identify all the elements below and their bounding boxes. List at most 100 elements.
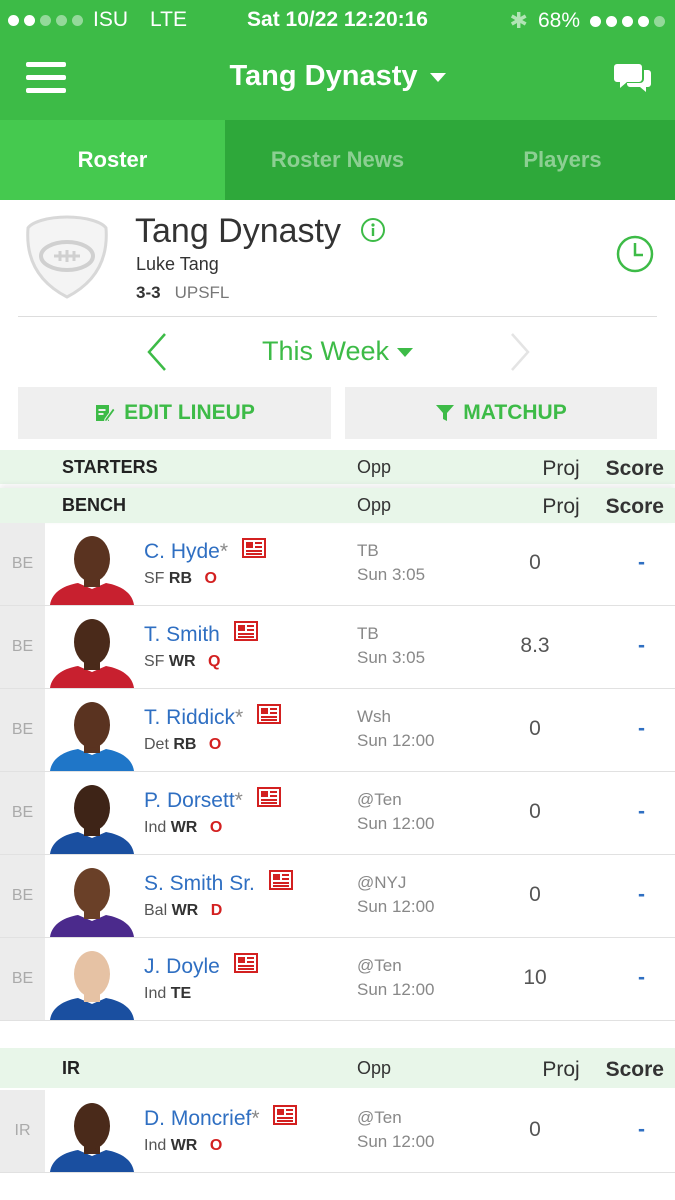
player-asterisk: * [219,540,229,563]
starters-header: STARTERS Opp Proj Score [0,450,675,484]
edit-icon [96,405,116,423]
score: - [638,551,645,574]
week-dropdown[interactable]: This Week [0,336,675,367]
opponent: TB [357,624,379,643]
bench-header: BENCH Opp Proj Score [0,488,675,523]
game-time: Sun 3:05 [357,565,426,584]
score: - [638,1118,645,1141]
game-time: Sun 12:00 [357,980,435,999]
score: - [638,883,645,906]
player-row[interactable]: BE S. Smith Sr. Bal WR D @NYJ Sun 12:00 … [0,855,675,938]
player-asterisk: * [235,706,244,729]
opponent: TB [357,541,379,560]
news-icon[interactable] [256,787,281,807]
player-avatar [48,614,136,688]
chevron-right-icon[interactable] [508,332,532,372]
matchup-label: MATCHUP [463,401,567,424]
player-team: SF [144,653,165,670]
player-team: Ind [144,819,167,836]
player-row[interactable]: BE T. Smith SF WR Q TB Sun 3:05 8.3 - [0,606,675,689]
league-name: UPSFL [174,283,230,302]
matchup-button[interactable]: MATCHUP [345,387,657,439]
news-icon[interactable] [257,704,282,724]
section-title: STARTERS [62,457,158,477]
player-avatar [48,780,136,854]
news-icon[interactable] [233,953,258,973]
projected-points: 0 [529,551,541,574]
injury-status: O [204,570,217,587]
lineup-slot[interactable]: BE [0,772,45,854]
info-icon[interactable] [360,217,386,243]
player-position: WR [170,819,198,836]
player-name-link[interactable]: D. Moncrief [144,1107,251,1130]
injury-status: O [209,1137,223,1154]
player-row[interactable]: BE T. Riddick* Det RB O Wsh Sun 12:00 0 … [0,689,675,772]
projected-points: 0 [529,883,541,906]
game-time: Sun 12:00 [357,731,435,750]
tab-roster-news[interactable]: Roster News [225,120,450,200]
nav-bar: Tang Dynasty [0,40,675,120]
player-name-link[interactable]: C. Hyde [144,540,220,563]
column-score: Score [605,495,664,518]
player-name-link[interactable]: T. Smith [144,623,220,646]
player-name-link[interactable]: J. Doyle [144,955,220,978]
team-logo-shield-icon [26,215,108,299]
top-bar: ISU LTE Sat 10/22 12:20:16 ✱ 68% Tang Dy… [0,0,675,120]
tab-players[interactable]: Players [450,120,675,200]
player-team: Ind [144,985,167,1002]
column-proj: Proj [542,457,580,480]
player-position: WR [170,1137,198,1154]
news-icon[interactable] [268,870,293,890]
ir-header: IR Opp Proj Score [0,1048,675,1088]
news-icon[interactable] [241,538,266,558]
player-name-link[interactable]: S. Smith Sr. [144,872,255,895]
ir-list: IR D. Moncrief* Ind WR O @Ten Sun 12:00 … [0,1090,675,1173]
lineup-slot[interactable]: IR [0,1090,45,1172]
injury-status: O [209,819,223,836]
player-position: RB [173,736,197,753]
divider [18,316,657,317]
player-row[interactable]: BE C. Hyde* SF RB O TB Sun 3:05 0 - [0,523,675,606]
player-name-link[interactable]: T. Riddick [144,706,235,729]
player-row[interactable]: IR D. Moncrief* Ind WR O @Ten Sun 12:00 … [0,1090,675,1173]
edit-lineup-button[interactable]: EDIT LINEUP [18,387,331,439]
week-label: This Week [261,336,390,366]
chat-icon[interactable] [613,60,653,96]
team-name: Tang Dynasty [135,212,341,250]
tab-bar: Roster Roster News Players [0,120,675,200]
projected-points: 8.3 [520,634,550,657]
lineup-slot[interactable]: BE [0,855,45,937]
lineup-slot[interactable]: BE [0,523,45,605]
projected-points: 10 [523,966,547,989]
team-selector[interactable]: Tang Dynasty [0,60,675,93]
team-record: 3-3 [136,283,161,302]
battery-dots-icon [590,15,665,27]
column-score: Score [605,457,664,480]
bench-list: BE C. Hyde* SF RB O TB Sun 3:05 0 - BE T… [0,523,675,1021]
clock-icon[interactable] [615,234,655,274]
lineup-slot[interactable]: BE [0,606,45,688]
battery-label: 68% [537,9,580,32]
player-name-link[interactable]: P. Dorsett [144,789,235,812]
player-avatar [48,863,136,937]
week-selector: This Week [0,320,675,384]
player-avatar [48,1098,136,1172]
chevron-down-icon [397,348,414,358]
news-icon[interactable] [233,621,258,641]
score: - [638,966,645,989]
player-position: WR [171,902,199,919]
lineup-slot[interactable]: BE [0,938,45,1020]
player-row[interactable]: BE J. Doyle Ind TE @Ten Sun 12:00 10 - [0,938,675,1021]
player-row[interactable]: BE P. Dorsett* Ind WR O @Ten Sun 12:00 0… [0,772,675,855]
projected-points: 0 [529,1118,541,1141]
news-icon[interactable] [273,1105,298,1125]
game-time: Sun 12:00 [357,814,435,833]
tab-roster[interactable]: Roster [0,120,225,200]
lineup-slot[interactable]: BE [0,689,45,771]
injury-status: Q [208,653,221,670]
section-title: IR [62,1058,80,1078]
column-opp: Opp [357,1058,392,1078]
player-position: TE [170,985,192,1002]
player-team: Ind [144,1137,167,1154]
player-asterisk: * [234,789,243,812]
